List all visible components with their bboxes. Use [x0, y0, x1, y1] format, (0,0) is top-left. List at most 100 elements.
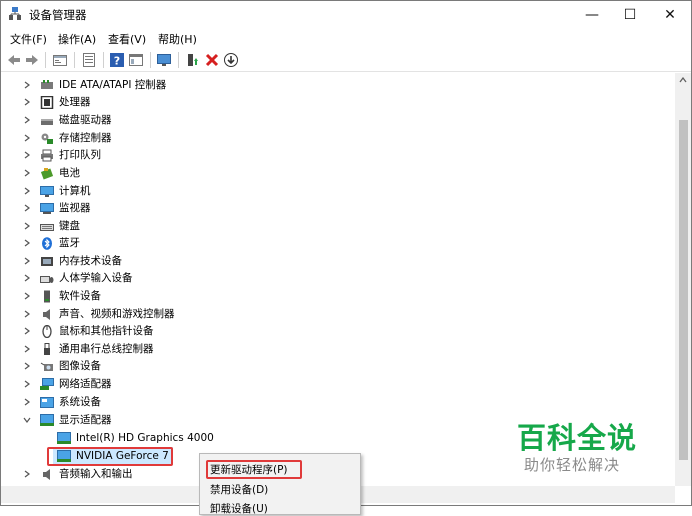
tree-node-label: 声音、视频和游戏控制器: [59, 308, 175, 320]
back-icon[interactable]: [6, 52, 22, 68]
scan-icon[interactable]: [223, 52, 239, 68]
chevron-right-icon[interactable]: [23, 257, 31, 265]
chevron-right-icon[interactable]: [23, 274, 31, 282]
panel-icon[interactable]: [128, 52, 144, 68]
tree-node-label: 蓝牙: [59, 237, 80, 249]
minimize-icon: —: [585, 7, 599, 23]
context-menu-disable-device[interactable]: 禁用设备(D): [210, 482, 268, 497]
tree-node-memory[interactable]: 内存技术设备: [23, 253, 122, 270]
tree-node-label: 人体学输入设备: [59, 272, 133, 284]
chevron-right-icon[interactable]: [23, 470, 31, 478]
menu-view[interactable]: 查看(V): [108, 31, 146, 47]
close-button[interactable]: ✕: [647, 1, 692, 29]
tree-node-battery[interactable]: 电池: [23, 165, 80, 182]
software-device-icon: [44, 290, 50, 303]
chevron-right-icon[interactable]: [23, 134, 31, 142]
tree-node-sound[interactable]: 声音、视频和游戏控制器: [23, 306, 175, 323]
menu-action[interactable]: 操作(A): [58, 31, 96, 47]
tree-node-label: 音频输入和输出: [59, 468, 133, 480]
tree-node-label: 显示适配器: [59, 414, 112, 426]
tree-node-software[interactable]: 软件设备: [23, 288, 101, 305]
tree-node-keyboard[interactable]: 键盘: [23, 218, 80, 235]
disk-drive-icon: [41, 119, 53, 125]
chevron-right-icon[interactable]: [23, 222, 31, 230]
tree-node-display-adapters[interactable]: 显示适配器: [23, 412, 112, 429]
vertical-scrollbar[interactable]: [675, 73, 691, 486]
watermark-subtitle: 助你轻松解决: [524, 456, 621, 474]
chevron-down-icon[interactable]: [23, 416, 31, 424]
chevron-right-icon[interactable]: [23, 345, 31, 353]
tree-node-label: 系统设备: [59, 396, 101, 408]
window-title: 设备管理器: [29, 8, 87, 22]
forward-icon[interactable]: [24, 52, 40, 68]
tree-node-storage[interactable]: 存储控制器: [23, 130, 112, 147]
chevron-right-icon[interactable]: [23, 327, 31, 335]
tree-node-mouse[interactable]: 鼠标和其他指针设备: [23, 323, 154, 340]
tree-node-camera[interactable]: 图像设备: [23, 358, 101, 375]
tree-node-label: 图像设备: [59, 360, 101, 372]
vertical-scroll-thumb[interactable]: [679, 120, 688, 460]
menu-help[interactable]: 帮助(H): [158, 31, 197, 47]
chevron-right-icon[interactable]: [23, 151, 31, 159]
update-driver-icon[interactable]: [185, 52, 201, 68]
sound-icon: [43, 309, 50, 320]
monitor-icon[interactable]: [156, 52, 172, 68]
chevron-right-icon[interactable]: [23, 398, 31, 406]
help-icon[interactable]: ?: [109, 52, 125, 68]
tree-node-monitor[interactable]: 监视器: [23, 200, 91, 217]
chevron-right-icon[interactable]: [23, 310, 31, 318]
chevron-right-icon[interactable]: [23, 204, 31, 212]
tree-node-system[interactable]: 系统设备: [23, 394, 101, 411]
processor-icon: [40, 96, 54, 109]
chevron-right-icon[interactable]: [23, 169, 31, 177]
scroll-up-icon[interactable]: [679, 77, 687, 83]
chevron-right-icon[interactable]: [23, 187, 31, 195]
toolbar-separator: [103, 52, 104, 68]
chevron-right-icon[interactable]: [23, 98, 31, 106]
tree-node-label: 处理器: [59, 96, 91, 108]
tree-node-label: 打印队列: [59, 149, 101, 161]
toolbar: ?: [1, 49, 691, 72]
tree-node-printer[interactable]: 打印队列: [23, 147, 101, 164]
menu-bar: 文件(F) 操作(A) 查看(V) 帮助(H): [1, 29, 691, 49]
tree-node-disk[interactable]: 磁盘驱动器: [23, 112, 112, 129]
tree-node-network[interactable]: 网络适配器: [23, 376, 112, 393]
display-adapter-icon: [40, 414, 54, 426]
tree-node-label: 网络适配器: [59, 378, 112, 390]
tree-node-label: 磁盘驱动器: [59, 114, 112, 126]
properties-icon[interactable]: [52, 52, 68, 68]
keyboard-icon: [40, 224, 54, 231]
chevron-right-icon[interactable]: [23, 292, 31, 300]
chevron-right-icon[interactable]: [23, 81, 31, 89]
tree-node-intel-graphics[interactable]: Intel(R) HD Graphics 4000: [57, 430, 214, 447]
device-manager-app-icon: [9, 7, 21, 20]
tree-node-label: 鼠标和其他指针设备: [59, 325, 154, 337]
chevron-right-icon[interactable]: [23, 362, 31, 370]
storage-controller-icon: [41, 133, 53, 144]
maximize-icon: ☐: [623, 7, 637, 23]
tree-node-hid[interactable]: 人体学输入设备: [23, 270, 133, 287]
ide-controller-icon: [41, 80, 53, 89]
chevron-right-icon[interactable]: [23, 380, 31, 388]
tree-node-bluetooth[interactable]: 蓝牙: [23, 235, 80, 252]
context-menu-uninstall-device[interactable]: 卸载设备(U): [210, 501, 268, 516]
display-adapter-icon: [57, 432, 71, 444]
svg-text:?: ?: [114, 55, 120, 68]
tree-node-usb[interactable]: 通用串行总线控制器: [23, 341, 154, 358]
tree-node-ide[interactable]: IDE ATA/ATAPI 控制器: [23, 77, 166, 94]
device-manager-window: 设备管理器 — ☐ ✕ 文件(F) 操作(A) 查看(V) 帮助(H) ? ID…: [0, 0, 692, 515]
view-icon[interactable]: [81, 52, 97, 68]
bluetooth-icon: [42, 237, 52, 250]
tree-node-audio[interactable]: 音频输入和输出: [23, 466, 133, 483]
network-icon: [40, 378, 54, 390]
chevron-right-icon[interactable]: [23, 116, 31, 124]
hid-icon: [40, 276, 54, 283]
uninstall-icon[interactable]: [204, 52, 220, 68]
chevron-right-icon[interactable]: [23, 239, 31, 247]
menu-file[interactable]: 文件(F): [10, 31, 47, 47]
tree-node-processor[interactable]: 处理器: [23, 94, 91, 111]
close-icon: ✕: [664, 7, 676, 23]
title-bar: 设备管理器 — ☐ ✕: [1, 1, 691, 29]
tree-node-computer[interactable]: 计算机: [23, 183, 91, 200]
context-menu-update-driver[interactable]: 更新驱动程序(P): [210, 462, 288, 477]
